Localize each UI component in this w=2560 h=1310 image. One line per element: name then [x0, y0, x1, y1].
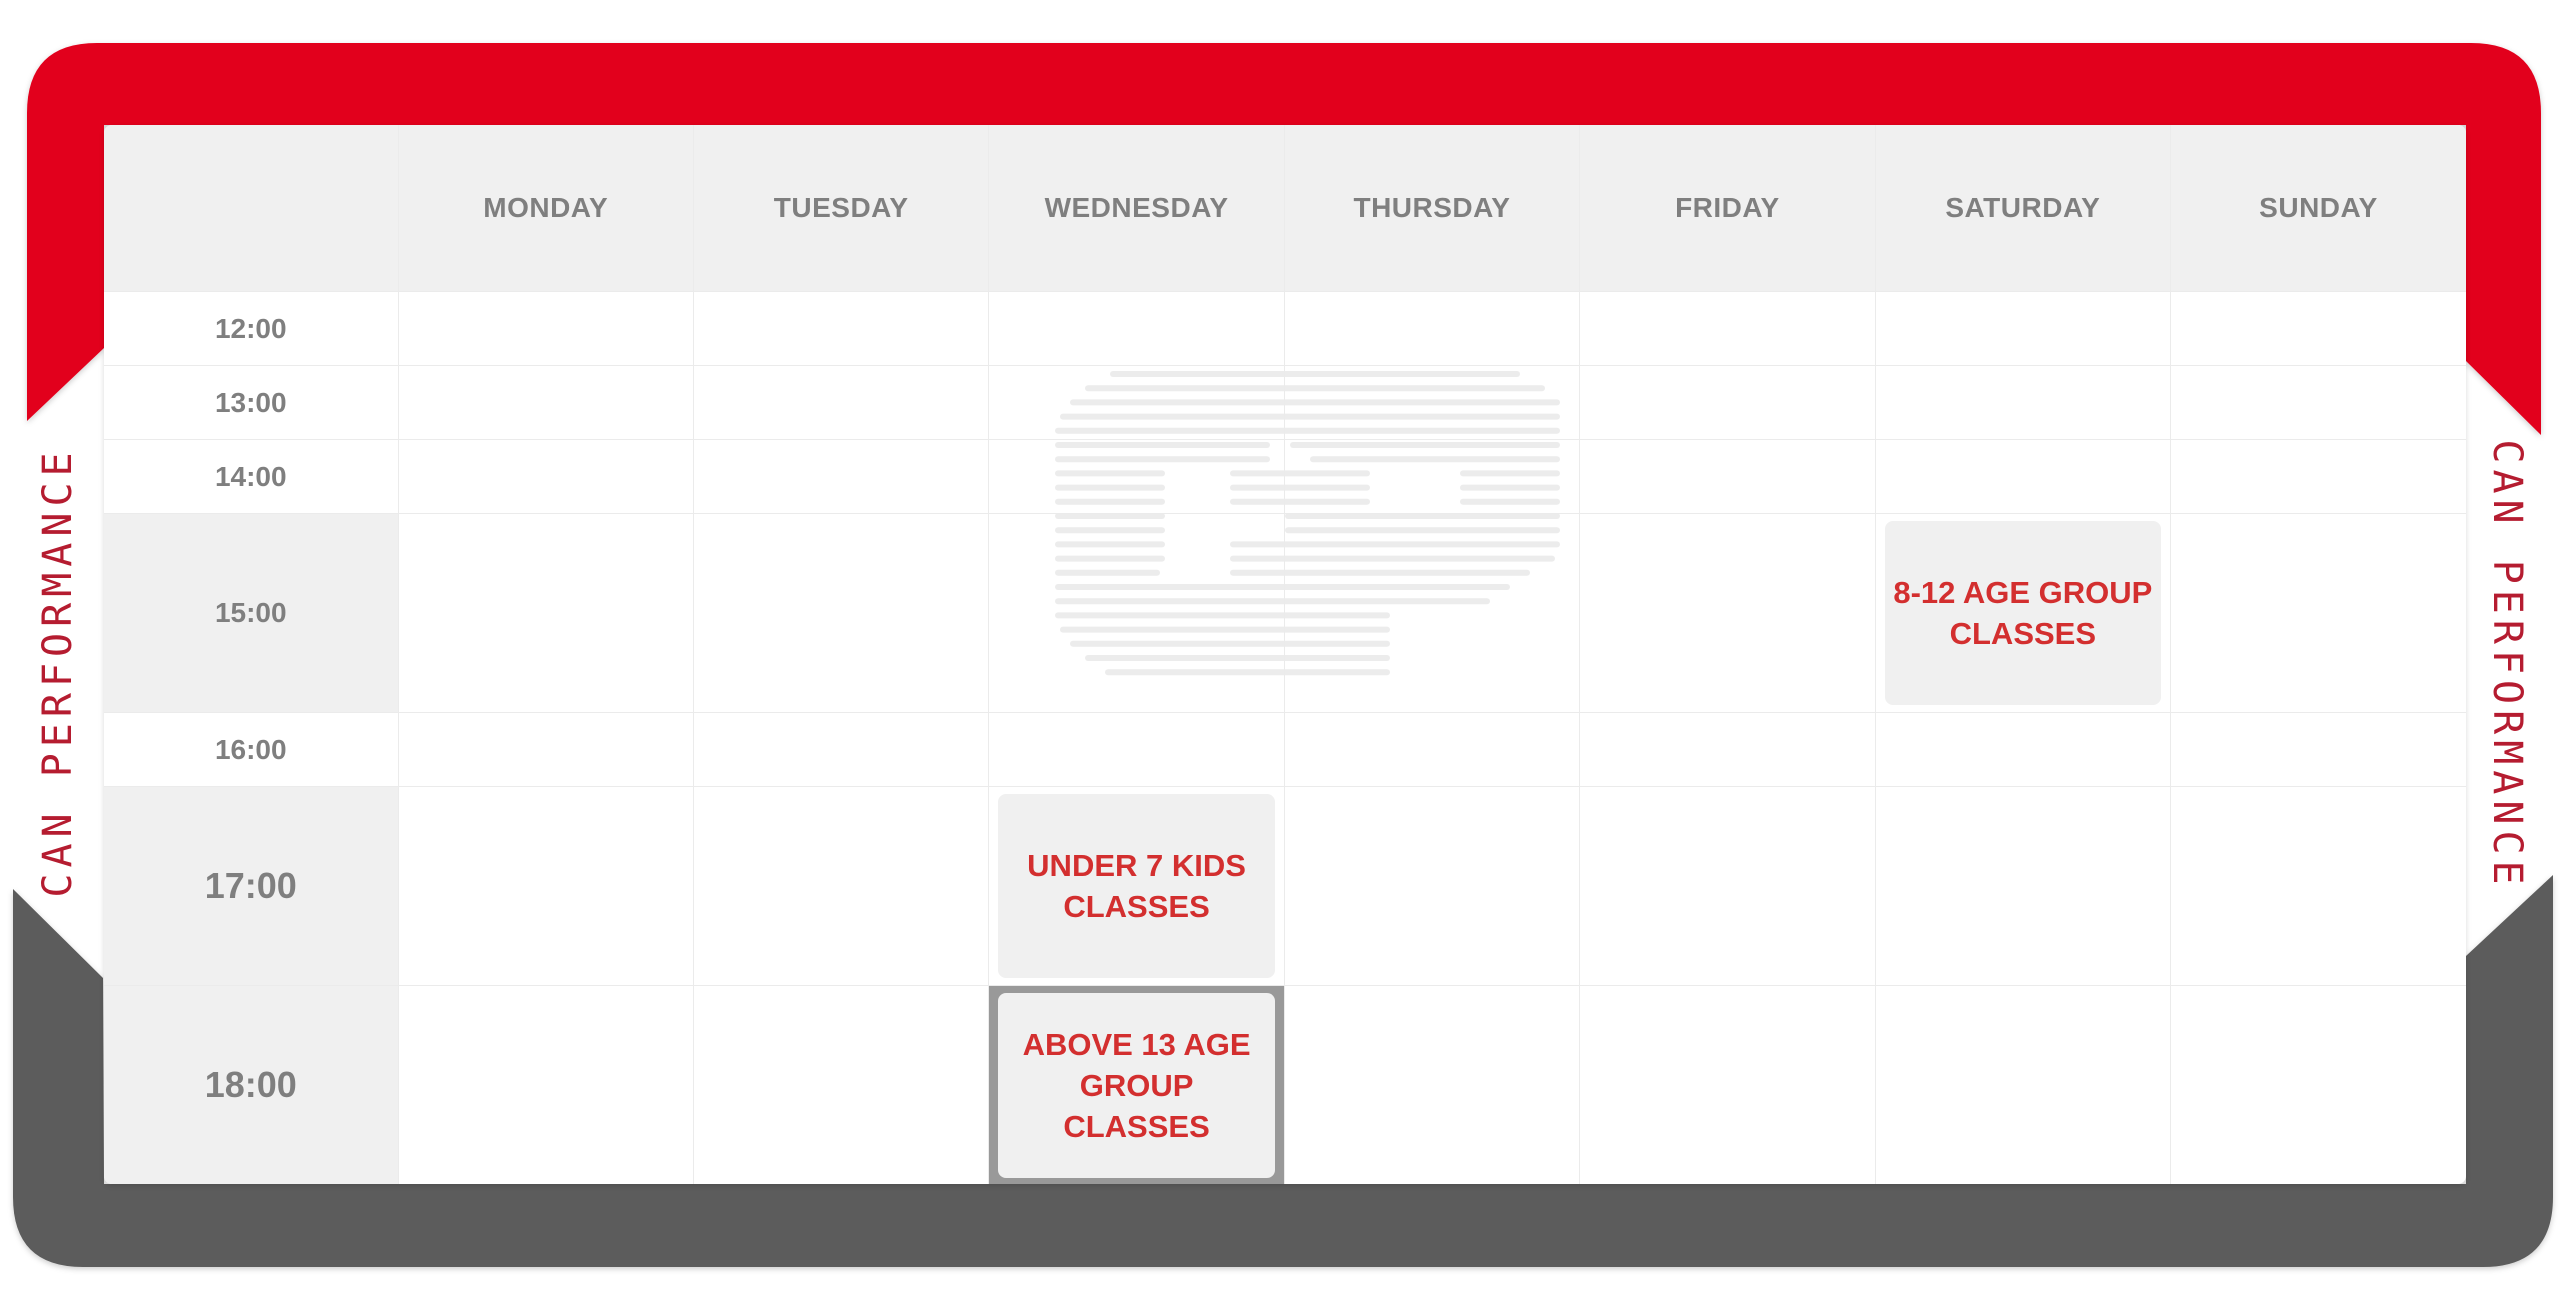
slot-cell[interactable] — [1283, 513, 1581, 713]
day-header-tuesday: TUESDAY — [692, 125, 990, 292]
slot-cell[interactable] — [1283, 786, 1581, 986]
weekly-schedule: MONDAY TUESDAY WEDNESDAY THURSDAY FRIDAY… — [104, 125, 2466, 1184]
day-header-sunday: SUNDAY — [2170, 125, 2466, 292]
slot-cell[interactable] — [1874, 786, 2172, 986]
slot-cell[interactable] — [1579, 439, 1876, 514]
slot-cell[interactable] — [692, 513, 990, 713]
time-label: 15:00 — [104, 513, 399, 713]
slot-cell[interactable] — [1283, 439, 1581, 514]
slot-cell[interactable] — [397, 365, 694, 440]
time-label: 14:00 — [104, 439, 399, 514]
slot-cell[interactable] — [1874, 365, 2172, 440]
time-row-1400: 14:00 — [104, 439, 2466, 514]
slot-cell[interactable] — [1579, 365, 1876, 440]
slot-cell[interactable] — [692, 786, 990, 986]
slot-cell[interactable] — [1579, 513, 1876, 713]
day-header-wednesday: WEDNESDAY — [988, 125, 1285, 292]
time-row-1500: 15:00 8-12 AGE GROUP CLASSES — [104, 513, 2466, 713]
slot-cell[interactable] — [1579, 786, 1876, 986]
slot-cell[interactable] — [1579, 712, 1876, 787]
slot-cell[interactable] — [2170, 513, 2466, 713]
day-header-friday: FRIDAY — [1579, 125, 1876, 292]
slot-cell[interactable] — [692, 712, 990, 787]
slot-cell[interactable] — [397, 513, 694, 713]
slot-cell-saturday-1500: 8-12 AGE GROUP CLASSES — [1874, 513, 2172, 713]
event-8-12-age-group-classes[interactable]: 8-12 AGE GROUP CLASSES — [1884, 521, 2162, 705]
slot-cell[interactable] — [988, 365, 1285, 440]
time-label: 12:00 — [104, 291, 399, 366]
event-above-13-age-group-classes[interactable]: ABOVE 13 AGE GROUP CLASSES — [998, 993, 1275, 1178]
slot-cell[interactable] — [2170, 712, 2466, 787]
slot-cell[interactable] — [1283, 712, 1581, 787]
slot-cell[interactable] — [1283, 985, 1581, 1184]
slot-cell[interactable] — [397, 786, 694, 986]
slot-cell-wednesday-1700: UNDER 7 KIDS CLASSES — [988, 786, 1285, 986]
schedule-table: MONDAY TUESDAY WEDNESDAY THURSDAY FRIDAY… — [104, 125, 2466, 1184]
slot-cell[interactable] — [988, 291, 1285, 366]
slot-cell[interactable] — [692, 365, 990, 440]
slot-cell[interactable] — [692, 985, 990, 1184]
slot-cell[interactable] — [397, 291, 694, 366]
time-label: 18:00 — [104, 985, 399, 1184]
slot-cell[interactable] — [2170, 985, 2466, 1184]
slot-cell[interactable] — [2170, 439, 2466, 514]
corner-cell — [104, 125, 399, 292]
slot-cell[interactable] — [2170, 291, 2466, 366]
time-label: 16:00 — [104, 712, 399, 787]
time-row-1300: 13:00 — [104, 365, 2466, 440]
slot-cell[interactable] — [397, 712, 694, 787]
slot-cell[interactable] — [1874, 439, 2172, 514]
slot-cell[interactable] — [1874, 712, 2172, 787]
slot-cell[interactable] — [988, 513, 1285, 713]
event-under-7-kids-classes[interactable]: UNDER 7 KIDS CLASSES — [998, 794, 1275, 978]
time-row-1200: 12:00 — [104, 291, 2466, 366]
slot-cell[interactable] — [1283, 291, 1581, 366]
time-row-1800: 18:00 ABOVE 13 AGE GROUP CLASSES — [104, 985, 2466, 1184]
slot-cell[interactable] — [1874, 291, 2172, 366]
slot-cell[interactable] — [988, 439, 1285, 514]
day-header-monday: MONDAY — [397, 125, 694, 292]
slot-cell[interactable] — [2170, 786, 2466, 986]
slot-cell[interactable] — [397, 985, 694, 1184]
slot-cell[interactable] — [2170, 365, 2466, 440]
day-header-thursday: THURSDAY — [1283, 125, 1581, 292]
time-label: 13:00 — [104, 365, 399, 440]
time-row-1700: 17:00 UNDER 7 KIDS CLASSES — [104, 786, 2466, 986]
day-header-saturday: SATURDAY — [1874, 125, 2172, 292]
header-row: MONDAY TUESDAY WEDNESDAY THURSDAY FRIDAY… — [104, 125, 2466, 292]
brand-side-label-left: CAN PERFORMANCE — [35, 446, 81, 898]
time-row-1600: 16:00 — [104, 712, 2466, 787]
brand-side-label-right: CAN PERFORMANCE — [2484, 439, 2530, 891]
time-label: 17:00 — [104, 786, 399, 986]
slot-cell[interactable] — [1283, 365, 1581, 440]
slot-cell[interactable] — [1874, 985, 2172, 1184]
slot-cell[interactable] — [692, 439, 990, 514]
slot-cell[interactable] — [988, 712, 1285, 787]
slot-cell[interactable] — [397, 439, 694, 514]
slot-cell[interactable] — [1579, 291, 1876, 366]
slot-cell-wednesday-1800-highlighted: ABOVE 13 AGE GROUP CLASSES — [988, 985, 1285, 1184]
slot-cell[interactable] — [692, 291, 990, 366]
slot-cell[interactable] — [1579, 985, 1876, 1184]
